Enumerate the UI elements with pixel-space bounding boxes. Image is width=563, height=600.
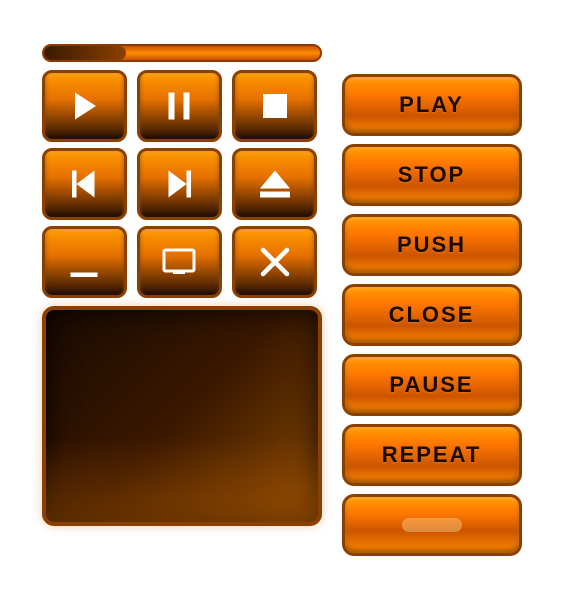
prev-button[interactable] <box>42 148 127 220</box>
eject-icon <box>257 166 293 202</box>
prev-icon <box>66 166 102 202</box>
stop-label: STOP <box>398 162 466 188</box>
screen-button[interactable] <box>137 226 222 298</box>
stop-button[interactable] <box>232 70 317 142</box>
pause-button[interactable] <box>137 70 222 142</box>
pause-label: PAUSE <box>389 372 473 398</box>
icon-button-grid <box>42 70 322 298</box>
play-button[interactable] <box>42 70 127 142</box>
progress-bar[interactable] <box>42 44 322 62</box>
next-icon <box>161 166 197 202</box>
repeat-label-button[interactable]: REPEAT <box>342 424 522 486</box>
push-label: PUSH <box>397 232 466 258</box>
play-icon <box>66 88 102 124</box>
minus-button[interactable] <box>42 226 127 298</box>
pause-icon <box>161 88 197 124</box>
pause-label-button[interactable]: PAUSE <box>342 354 522 416</box>
close-x-button[interactable] <box>232 226 317 298</box>
repeat-label: REPEAT <box>382 442 482 468</box>
close-label: CLOSE <box>389 302 475 328</box>
next-button[interactable] <box>137 148 222 220</box>
right-panel: PLAY STOP PUSH CLOSE PAUSE REPEAT <box>342 44 522 556</box>
close-label-button[interactable]: CLOSE <box>342 284 522 346</box>
eject-button[interactable] <box>232 148 317 220</box>
stop-icon <box>257 88 293 124</box>
x-icon <box>257 244 293 280</box>
display-screen <box>42 306 322 526</box>
stop-label-button[interactable]: STOP <box>342 144 522 206</box>
minus-icon <box>66 244 102 280</box>
push-label-button[interactable]: PUSH <box>342 214 522 276</box>
play-label-button[interactable]: PLAY <box>342 74 522 136</box>
screen-icon <box>161 244 197 280</box>
extra-button[interactable] <box>342 494 522 556</box>
main-container: PLAY STOP PUSH CLOSE PAUSE REPEAT <box>22 24 542 576</box>
left-panel <box>42 44 322 556</box>
play-label: PLAY <box>399 92 464 118</box>
